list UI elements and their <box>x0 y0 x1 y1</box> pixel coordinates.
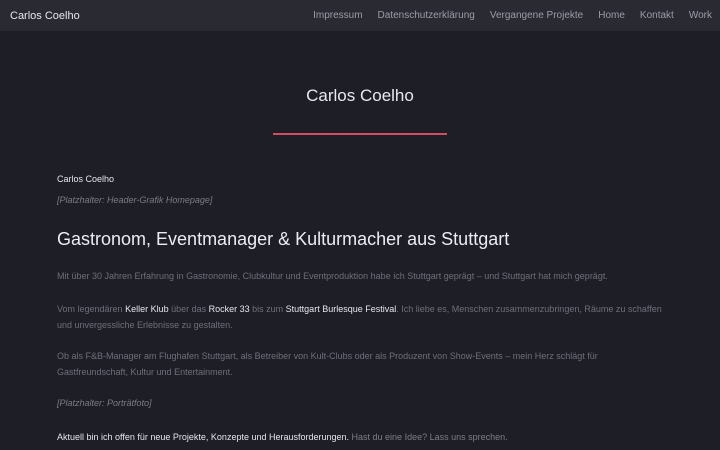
nav-link-work[interactable]: Work <box>689 10 712 21</box>
venues-text-3: bis zum <box>249 304 286 314</box>
main-nav: Impressum Datenschutzerklärung Vergangen… <box>298 10 712 21</box>
keller-klub-highlight: Keller Klub <box>125 304 169 314</box>
nav-link-impressum[interactable]: Impressum <box>313 10 362 21</box>
venues-paragraph: Vom legendären Keller Klub über das Rock… <box>57 302 667 333</box>
title-divider <box>273 133 447 135</box>
nav-link-home[interactable]: Home <box>598 10 625 21</box>
rocker-33-highlight: Rocker 33 <box>208 304 250 314</box>
availability-cta: Hast du eine Idee? Lass uns sprechen. <box>349 432 508 442</box>
headline: Gastronom, Eventmanager & Kulturmacher a… <box>57 229 510 249</box>
availability-strong: Aktuell bin ich offen für neue Projekte,… <box>57 432 350 442</box>
venues-text-2: über das <box>168 304 209 314</box>
burlesque-festival-highlight: Stuttgart Burlesque Festival <box>285 304 397 314</box>
site-name-text: Carlos Coelho <box>57 174 115 184</box>
nav-link-kontakt[interactable]: Kontakt <box>640 10 674 21</box>
top-navigation-bar: Carlos Coelho Impressum Datenschutzerklä… <box>0 0 720 31</box>
nav-link-vergangene-projekte[interactable]: Vergangene Projekte <box>490 10 583 21</box>
availability-paragraph: Aktuell bin ich offen für neue Projekte,… <box>57 430 667 446</box>
portrait-placeholder: [Platzhalter: Porträtfoto] <box>57 398 152 408</box>
site-brand[interactable]: Carlos Coelho <box>10 10 80 22</box>
career-paragraph: Ob als F&B-Manager am Flughafen Stuttgar… <box>57 351 598 377</box>
page-title: Carlos Coelho <box>306 86 414 105</box>
venues-text-1: Vom legendären <box>57 304 126 314</box>
nav-link-datenschutz[interactable]: Datenschutzerklärung <box>378 10 475 21</box>
intro-paragraph: Mit über 30 Jahren Erfahrung in Gastrono… <box>57 271 608 281</box>
header-graphic-placeholder: [Platzhalter: Header-Grafik Homepage] <box>57 195 213 205</box>
